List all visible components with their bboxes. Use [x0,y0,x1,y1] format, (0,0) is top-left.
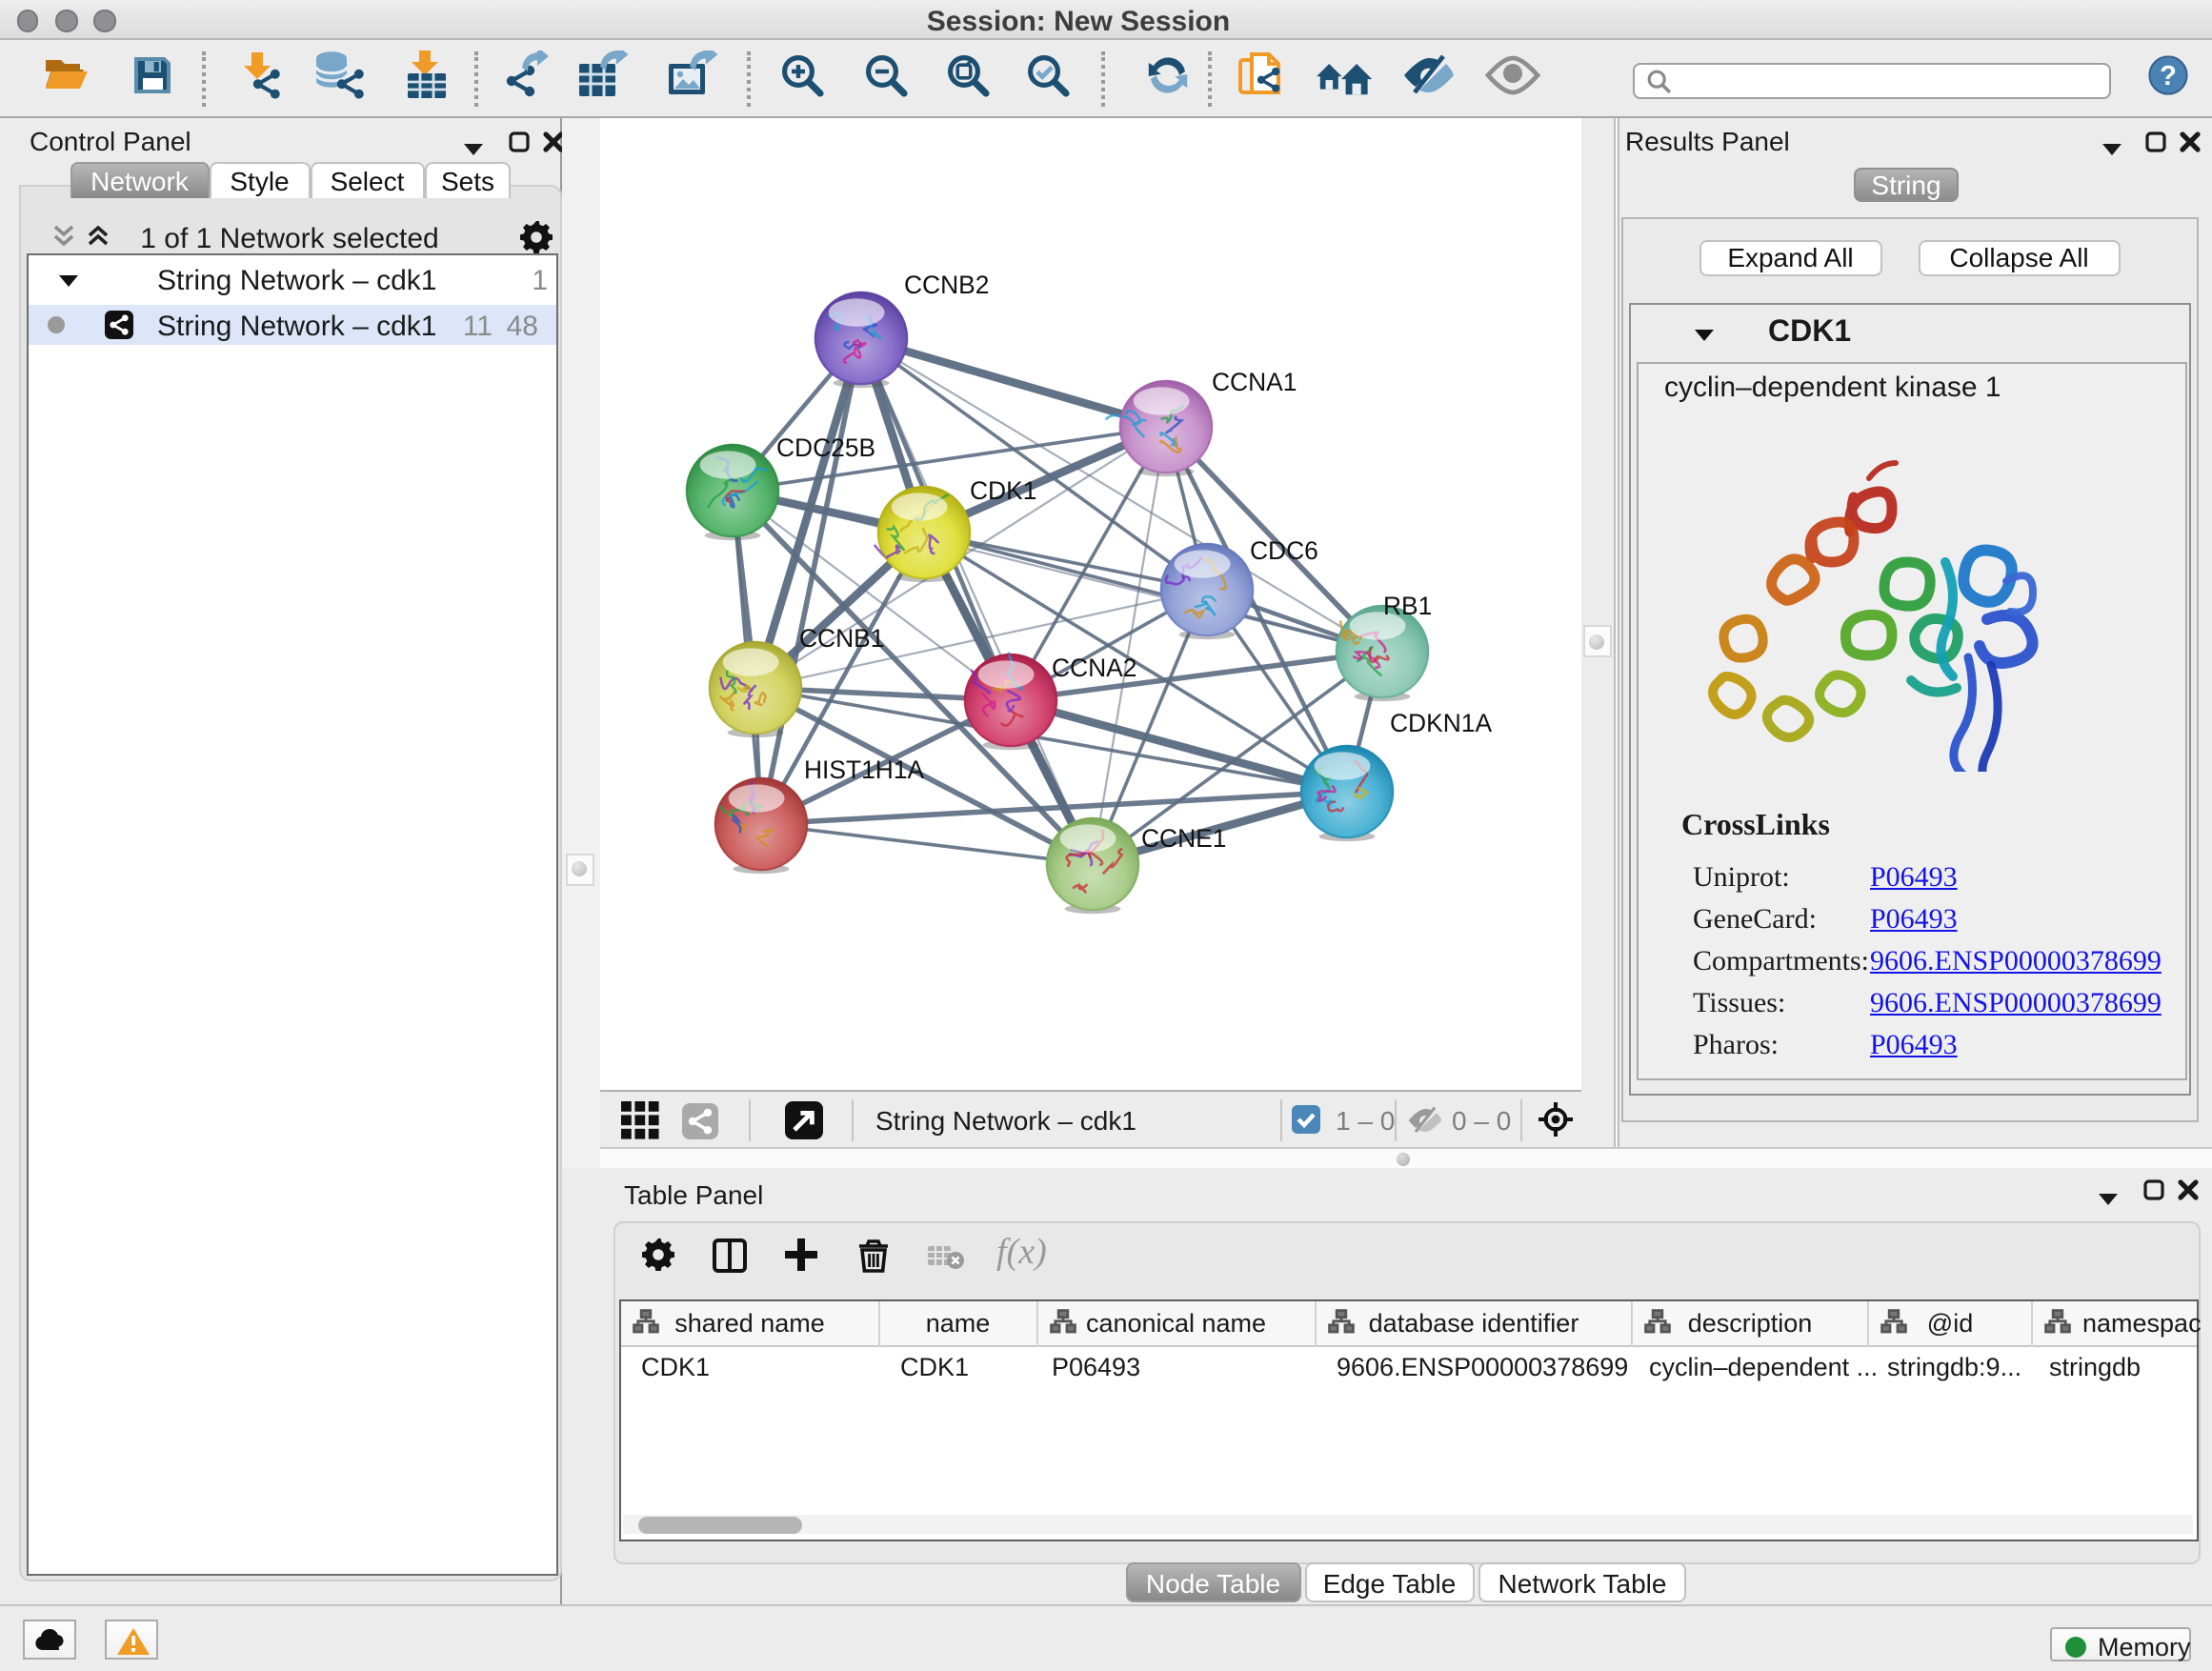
svg-text:CCNA2: CCNA2 [1052,653,1136,681]
svg-text:CDKN1A: CDKN1A [1390,708,1492,736]
svg-text:HIST1H1A: HIST1H1A [804,755,925,783]
svg-text:RB1: RB1 [1383,591,1432,619]
svg-text:CDC6: CDC6 [1250,535,1318,564]
svg-text:?: ? [2160,61,2177,91]
svg-text:CCNE1: CCNE1 [1141,823,1226,852]
svg-text:CCNB1: CCNB1 [799,623,884,652]
svg-text:CCNB2: CCNB2 [904,270,989,298]
svg-text:CDK1: CDK1 [970,475,1036,504]
svg-text:CCNA1: CCNA1 [1212,367,1297,395]
svg-text:CDC25B: CDC25B [776,433,875,461]
